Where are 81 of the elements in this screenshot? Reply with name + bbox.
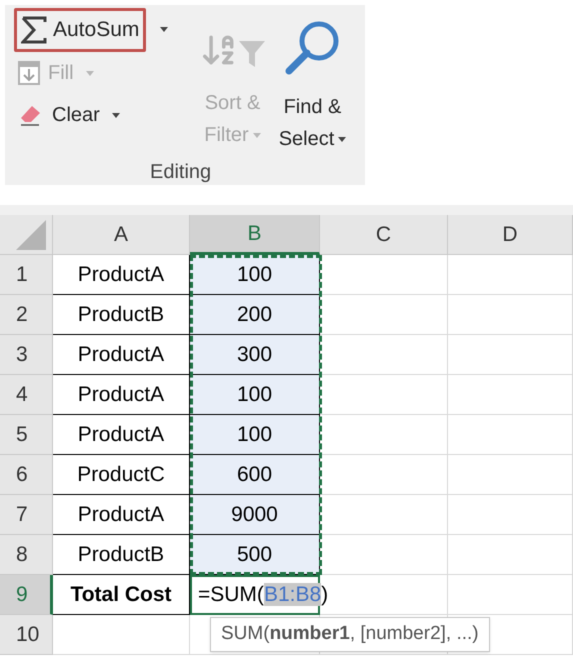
table-cell[interactable] <box>448 455 573 495</box>
table-cell[interactable]: 500 <box>190 535 320 575</box>
table-cell[interactable] <box>448 495 573 535</box>
caret-icon <box>160 27 168 32</box>
table-cell[interactable]: ProductA <box>53 415 190 455</box>
row-header[interactable]: 9 <box>0 575 53 615</box>
table-cell[interactable] <box>448 415 573 455</box>
cell-text: ProductA <box>78 422 164 448</box>
table-cell[interactable] <box>320 335 448 375</box>
table-cell[interactable]: 100 <box>190 255 320 295</box>
table-cell[interactable] <box>320 375 448 415</box>
table-cell[interactable]: ProductC <box>53 455 190 495</box>
table-cell[interactable]: Total Cost <box>53 575 190 615</box>
function-tooltip: SUM(number1, [number2], ...) <box>210 617 490 652</box>
row-header[interactable]: 10 <box>0 615 53 655</box>
cell-text: 9000 <box>231 502 278 528</box>
cell-text: 100 <box>236 422 272 448</box>
caret-icon <box>338 136 346 142</box>
table-cell[interactable] <box>320 415 448 455</box>
table-cell[interactable] <box>448 255 573 295</box>
row-header[interactable]: 1 <box>0 255 53 295</box>
table-cell[interactable]: ProductA <box>53 495 190 535</box>
row-header[interactable]: 3 <box>0 335 53 375</box>
group-label: Editing <box>150 160 212 185</box>
table-cell[interactable] <box>448 375 573 415</box>
cell-text: 600 <box>236 462 272 488</box>
cell-text: ProductC <box>77 462 165 488</box>
caret-icon <box>252 132 261 138</box>
cell-text: Total Cost <box>70 582 172 608</box>
caret-icon <box>86 70 94 76</box>
find-select-button[interactable]: Find & Select <box>270 5 355 155</box>
table-cell[interactable] <box>320 255 448 295</box>
table-cell[interactable]: 600 <box>190 455 320 495</box>
table-cell[interactable] <box>448 575 573 615</box>
table-cell[interactable] <box>320 295 448 335</box>
table-cell[interactable]: ProductA <box>53 255 190 295</box>
cell-text: ProductB <box>78 302 164 328</box>
table-cell[interactable]: ProductB <box>53 535 190 575</box>
row-header[interactable]: 2 <box>0 295 53 335</box>
table-cell[interactable]: 9000 <box>190 495 320 535</box>
table-cell[interactable] <box>448 295 573 335</box>
select-all-corner[interactable] <box>0 215 53 255</box>
cell-text: ProductA <box>78 262 164 288</box>
caret-icon <box>112 112 120 118</box>
table-cell[interactable]: ProductA <box>53 375 190 415</box>
row-header[interactable]: 8 <box>0 535 53 575</box>
autosum-button[interactable]: AutoSum <box>14 8 146 52</box>
table-cell[interactable]: 300 <box>190 335 320 375</box>
cell-text: ProductA <box>78 342 164 368</box>
table-cell[interactable]: 200 <box>190 295 320 335</box>
column-header[interactable]: B <box>190 215 320 255</box>
formula-text: =SUM(B1:B8) <box>198 582 328 608</box>
table-cell[interactable] <box>320 535 448 575</box>
row-header[interactable]: 5 <box>0 415 53 455</box>
table-cell[interactable] <box>53 615 190 655</box>
cell-text: 100 <box>236 262 272 288</box>
cell-text: 100 <box>236 382 272 408</box>
table-cell[interactable] <box>320 455 448 495</box>
column-header[interactable]: C <box>320 215 448 255</box>
row-header[interactable]: 7 <box>0 495 53 535</box>
table-cell[interactable]: 100 <box>190 415 320 455</box>
table-cell[interactable]: ProductB <box>53 295 190 335</box>
cell-text: 300 <box>236 342 272 368</box>
table-cell[interactable]: ProductA <box>53 335 190 375</box>
table-cell[interactable]: 100 <box>190 375 320 415</box>
cell-text: ProductA <box>78 382 164 408</box>
table-cell[interactable] <box>320 575 448 615</box>
cell-text: 200 <box>236 302 272 328</box>
cell-text: ProductA <box>78 502 164 528</box>
sigma-icon <box>21 16 47 44</box>
table-cell[interactable] <box>448 335 573 375</box>
row-header[interactable]: 6 <box>0 455 53 495</box>
column-header[interactable]: D <box>448 215 573 255</box>
clear-button[interactable]: Clear <box>18 100 195 130</box>
row-header[interactable]: 4 <box>0 375 53 415</box>
fill-down-icon <box>18 61 40 85</box>
table-cell[interactable] <box>448 535 573 575</box>
cell-text: 500 <box>236 542 272 568</box>
cell-text: ProductB <box>78 542 164 568</box>
column-header[interactable]: A <box>53 215 190 255</box>
table-cell[interactable] <box>320 495 448 535</box>
